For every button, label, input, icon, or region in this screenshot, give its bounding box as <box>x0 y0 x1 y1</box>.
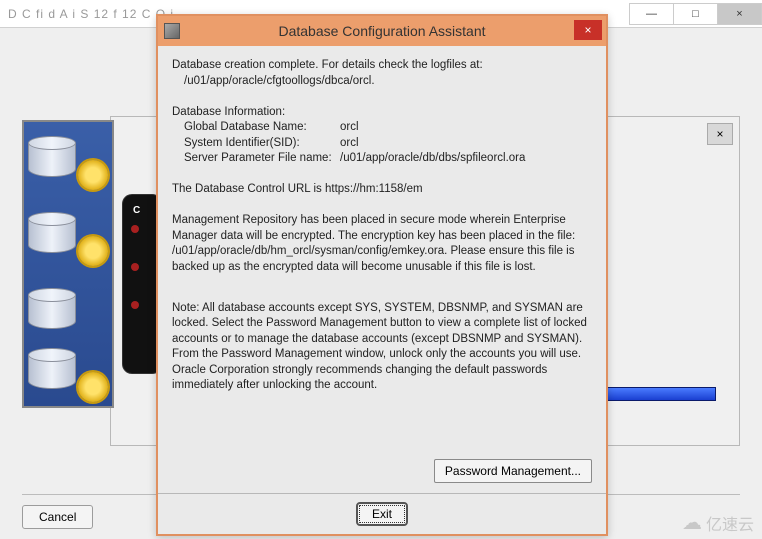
indicator-dot <box>131 225 139 233</box>
parent-title: D C fi d A i S 12 f 12 C O i <box>8 7 174 21</box>
wizard-illustration <box>22 120 114 408</box>
dark-panel-label: C <box>133 205 140 216</box>
minimize-button[interactable]: — <box>629 3 674 25</box>
password-management-button[interactable]: Password Management... <box>434 459 592 483</box>
accounts-note-text: Note: All database accounts except SYS, … <box>172 301 592 394</box>
gdn-label: Global Database Name: <box>172 120 340 136</box>
password-mgmt-row: Password Management... <box>158 455 606 493</box>
watermark-text: 亿速云 <box>706 511 754 535</box>
dialog-footer: Exit <box>158 493 606 534</box>
gear-icon <box>78 372 108 402</box>
db-info-row: Server Parameter File name: /u01/app/ora… <box>172 151 592 167</box>
exit-button[interactable]: Exit <box>356 502 408 526</box>
sid-value: orcl <box>340 136 592 152</box>
db-info-header: Database Information: <box>172 105 592 121</box>
control-url-text: The Database Control URL is https://hm:1… <box>172 182 592 198</box>
maximize-button[interactable]: □ <box>673 3 718 25</box>
mgmt-repository-text: Management Repository has been placed in… <box>172 213 592 275</box>
db-info-row: Global Database Name: orcl <box>172 120 592 136</box>
spfile-label: Server Parameter File name: <box>172 151 340 167</box>
gdn-value: orcl <box>340 120 592 136</box>
creation-complete-text: Database creation complete. For details … <box>172 58 592 74</box>
indicator-dot <box>131 301 139 309</box>
db-info-row: System Identifier(SID): orcl <box>172 136 592 152</box>
logfile-path: /u01/app/oracle/cfgtoollogs/dbca/orcl. <box>172 74 592 90</box>
parent-window-controls: — □ × <box>630 3 762 25</box>
indicator-dot <box>131 263 139 271</box>
wizard-close-button[interactable]: × <box>707 123 733 145</box>
watermark: ☁ 亿速云 <box>682 510 754 535</box>
dialog-body: Database creation complete. For details … <box>158 46 606 455</box>
dialog-title: Database Configuration Assistant <box>278 23 485 39</box>
dialog-titlebar[interactable]: Database Configuration Assistant × <box>158 16 606 46</box>
gear-icon <box>78 160 108 190</box>
spfile-value: /u01/app/oracle/db/dbs/spfileorcl.ora <box>340 151 592 167</box>
cancel-button[interactable]: Cancel <box>22 505 93 529</box>
gear-icon <box>78 236 108 266</box>
parent-close-button[interactable]: × <box>717 3 762 25</box>
sid-label: System Identifier(SID): <box>172 136 340 152</box>
dbca-dialog: Database Configuration Assistant × Datab… <box>156 14 608 536</box>
dialog-close-button[interactable]: × <box>574 20 602 40</box>
app-icon <box>164 23 180 39</box>
watermark-logo-icon: ☁ <box>682 510 702 535</box>
